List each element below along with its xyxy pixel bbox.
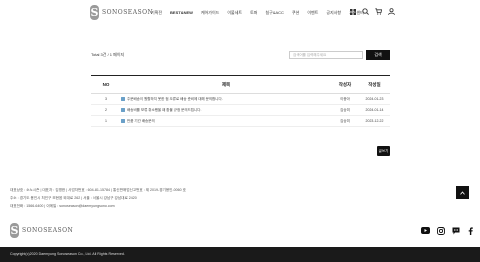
footer-logo-mark: S [10,223,19,238]
row-author: 이종아 [340,96,350,101]
header-no: NO [102,82,110,87]
social-links [421,226,475,235]
nav-item-care-guide[interactable]: 케어가이드 [201,10,219,16]
header-date: 작성일 [368,81,381,87]
row-no: 2 [105,108,107,112]
site-header: S SONOSEASON 기획전 BEST&NEW 케어가이드 이불세트 토퍼 … [0,0,480,26]
search-input[interactable] [289,51,363,59]
chevron-up-icon [460,190,465,195]
facebook-icon[interactable] [466,226,475,235]
nav-item-exhibition[interactable]: 기획전 [151,10,162,16]
post-title: 반품 기간 배송문의 [127,118,155,123]
row-no: 3 [105,97,107,101]
document-icon [121,97,125,101]
nav-item-bedding-acc[interactable]: 침구&ACC [265,10,283,16]
search-icon[interactable] [362,8,369,15]
footer-info-line: 대표상호 : 소노시즌 | 대표자 : 김명한 | 사업자번호 : 604-81… [10,188,186,192]
header-title: 제목 [221,81,231,87]
table-row[interactable]: 3 주문배송이 원활하지 못한 점 오류로 배송 준비에 대해 문의합니다. 이… [91,94,390,105]
total-count: Total 3건 / 1 페이지 [91,52,125,57]
row-no: 1 [105,119,107,123]
board-table: NO 제목 작성자 작성일 3 주문배송이 원활하지 못한 점 오류로 배송 준… [91,75,390,127]
logo-mark: S [90,5,99,20]
post-title: 배송비를 보류 취소했을 때 환불 규정 문의드립니다. [127,107,202,112]
copyright-bar: Copyright(c)2020 Daemyung Sonoseason Co.… [0,247,480,262]
table-header: NO 제목 작성자 작성일 [91,76,390,94]
post-link[interactable]: 배송비를 보류 취소했을 때 환불 규정 문의드립니다. [121,108,331,113]
nav-item-topper[interactable]: 토퍼 [250,10,257,16]
document-icon [121,108,125,112]
header-author: 작성자 [338,81,352,87]
row-date: 2024-01-23 [365,97,384,101]
search-button[interactable]: 검색 [366,50,390,60]
instagram-icon[interactable] [436,226,445,235]
menu-icon[interactable] [349,8,356,15]
nav-item-notice[interactable]: 공지사항 [326,10,341,16]
site-logo[interactable]: S SONOSEASON [90,5,153,20]
youtube-icon[interactable] [421,226,430,235]
nav-item-bedding-set[interactable]: 이불세트 [227,10,242,16]
post-link[interactable]: 주문배송이 원활하지 못한 점 오류로 배송 준비에 대해 문의합니다. [121,97,331,102]
footer-info-line: 대표전화 : 1566-6400 | 이메일 : sonoseason@daem… [10,204,115,208]
nav-item-event[interactable]: 이벤트 [307,10,318,16]
row-date: 2023-12-22 [365,119,384,123]
table-row[interactable]: 1 반품 기간 배송문의 김승미 2023-12-22 [91,116,390,127]
write-button[interactable]: 글쓰기 [377,146,390,156]
header-icons [349,8,395,15]
footer-info-line: 주소 : 경기도 용인시 처인구 모현읍 외대로 262 | 서울 : 서울시 … [10,196,137,200]
row-author: 김승미 [340,118,350,123]
user-icon[interactable] [388,8,395,15]
footer-logo-text: SONOSEASON [22,227,74,234]
nav-item-best-new[interactable]: BEST&NEW [170,10,193,16]
copyright-text: Copyright(c)2020 Daemyung Sonoseason Co.… [10,252,125,256]
row-author: 김승미 [340,107,350,112]
table-row[interactable]: 2 배송비를 보류 취소했을 때 환불 규정 문의드립니다. 김승미 2024-… [91,105,390,116]
scroll-to-top-button[interactable] [456,186,469,199]
document-icon [121,119,125,123]
footer-logo: S SONOSEASON [10,223,73,238]
chat-icon[interactable] [451,226,460,235]
nav-item-cushion[interactable]: 쿠션 [292,10,299,16]
main-nav: 기획전 BEST&NEW 케어가이드 이불세트 토퍼 침구&ACC 쿠션 이벤트… [151,10,372,16]
row-date: 2024-01-14 [365,108,384,112]
post-title: 주문배송이 원활하지 못한 점 오류로 배송 준비에 대해 문의합니다. [127,96,223,101]
post-link[interactable]: 반품 기간 배송문의 [121,119,331,124]
cart-icon[interactable] [375,8,382,15]
footer-company-info: 대표상호 : 소노시즌 | 대표자 : 김명한 | 사업자번호 : 604-81… [10,186,186,210]
logo-text: SONOSEASON [102,9,154,16]
